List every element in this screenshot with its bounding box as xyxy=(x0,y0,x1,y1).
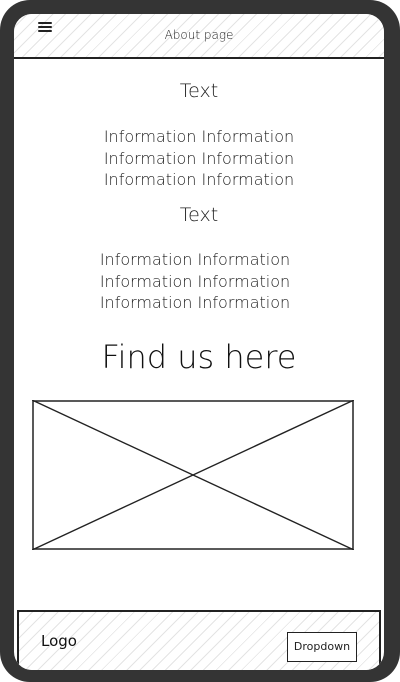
info-line: Information Information xyxy=(99,271,291,291)
info-line: Information Information xyxy=(99,293,291,312)
screen: About page Text Information Information … xyxy=(14,14,384,670)
info-line: Information Information xyxy=(103,127,295,146)
dropdown-button[interactable]: Dropdown xyxy=(287,632,357,662)
info-line: Information Information xyxy=(103,170,295,189)
section-2-body: Information Information Information Info… xyxy=(14,249,384,314)
map-placeholder xyxy=(31,399,355,551)
info-line: Information Information xyxy=(103,148,295,168)
header: About page xyxy=(14,14,384,59)
info-line: Information Information xyxy=(99,250,291,269)
section-1-body: Information Information Information Info… xyxy=(14,126,384,191)
phone-frame: About page Text Information Information … xyxy=(0,0,400,682)
section-1-title: Text xyxy=(179,80,219,102)
section-2-title: Text xyxy=(179,204,219,226)
image-placeholder-icon xyxy=(31,399,355,551)
find-us-heading: Find us here xyxy=(101,338,297,376)
footer: Logo Dropdown xyxy=(17,610,381,670)
logo[interactable]: Logo xyxy=(41,632,77,650)
page-title: About page xyxy=(164,28,234,42)
